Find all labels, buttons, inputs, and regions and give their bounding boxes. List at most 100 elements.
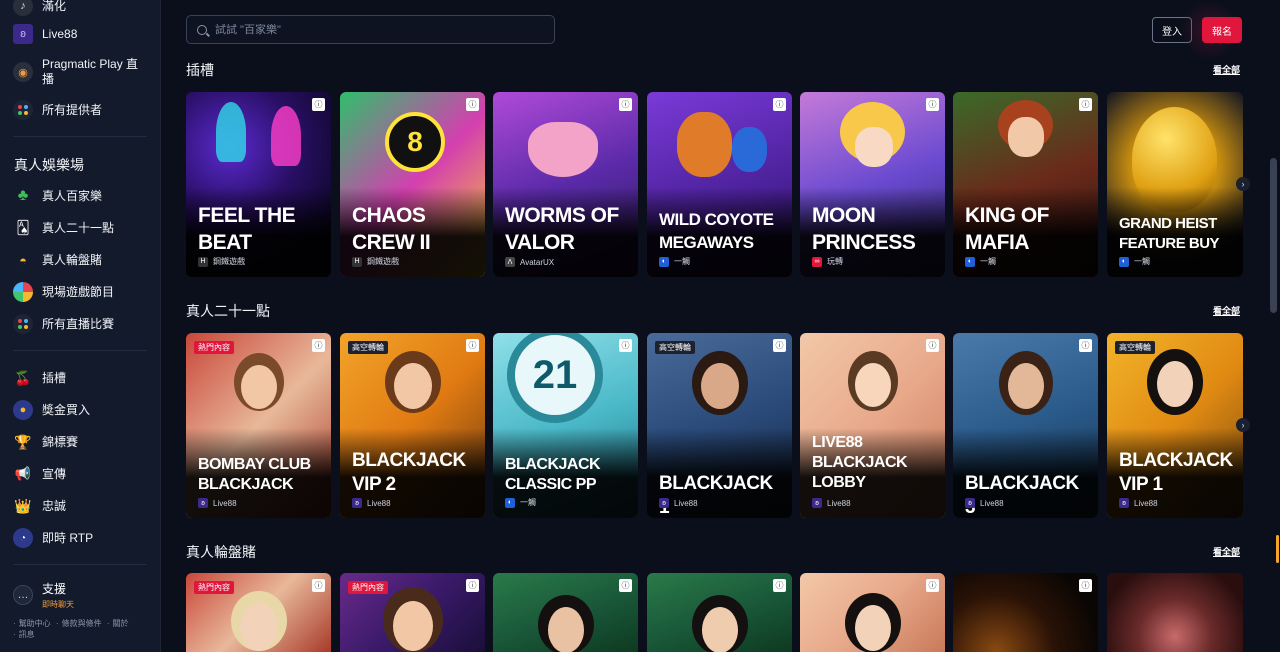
sidebar-item-pragmatic[interactable]: ◉ Pragmatic Play 直播	[13, 57, 143, 87]
provider-icon: ʚ	[1119, 498, 1129, 508]
card-title: FEEL THE BEAT	[198, 204, 296, 254]
sidebar-divider	[13, 564, 147, 565]
chevron-right-icon[interactable]: ›	[1236, 177, 1250, 191]
search-input[interactable]	[215, 23, 535, 36]
support-subtitle: 即時聊天	[42, 600, 74, 609]
sidebar-item-tournaments[interactable]: 🏆 錦標賽	[13, 432, 78, 452]
info-icon[interactable]: ⓘ	[926, 339, 939, 352]
game-card[interactable]: 高空轉輪 BLACKJACK VIP 1 ʚ Live88	[1107, 333, 1243, 518]
trophy-icon: 🏆	[14, 433, 32, 450]
sidebar-divider	[13, 136, 147, 137]
card-art	[647, 573, 792, 652]
pragmatic-icon: ◉	[13, 62, 33, 82]
card-provider: H 鋼鐵遊戲	[352, 256, 399, 267]
sidebar-item-live-rtp[interactable]: ◔ 即時 RTP	[13, 528, 93, 548]
game-card[interactable]: ⓘ KING OF MAFIA ◐ 一觸	[953, 92, 1098, 277]
game-card[interactable]: ⓘ FEEL THE BEAT H 鋼鐵遊戲	[186, 92, 331, 277]
info-icon[interactable]: ⓘ	[312, 98, 325, 111]
game-card[interactable]	[1107, 573, 1243, 652]
sidebar-item-loyalty[interactable]: 👑 忠誠	[13, 496, 66, 516]
see-all-roulette[interactable]: 看全部	[1213, 545, 1240, 558]
game-card[interactable]: 21 ⓘ BLACKJACK CLASSIC PP ◐ 一觸	[493, 333, 638, 518]
high-roller-badge: 高空轉輪	[655, 341, 695, 354]
game-card[interactable]: 8 ⓘ CHAOS CREW II H 鋼鐵遊戲	[340, 92, 485, 277]
info-icon[interactable]: ⓘ	[773, 339, 786, 352]
info-icon[interactable]: ⓘ	[466, 579, 479, 592]
game-card[interactable]: 熱門內容 ⓘ	[186, 573, 331, 652]
sidebar-item-all-live[interactable]: 所有直播比賽	[13, 314, 114, 334]
card-title: BLACKJACK VIP 1	[1119, 450, 1233, 495]
card-provider: ʚ Live88	[1119, 498, 1158, 508]
game-card[interactable]: ⓘ	[493, 573, 638, 652]
game-card[interactable]: ⓘ WORMS OF VALOR Λ AvatarUX	[493, 92, 638, 277]
see-all-blackjack[interactable]: 看全部	[1213, 304, 1240, 317]
casino-app: ♪ 滿化 ʚ Live88 ◉ Pragmatic Play 直播 所有提供者 …	[0, 0, 1280, 652]
info-icon[interactable]: ⓘ	[619, 339, 632, 352]
info-icon[interactable]: ⓘ	[1079, 98, 1092, 111]
game-card[interactable]: 高空轉輪 ⓘ BLACKJACK 1 ʚLive88	[647, 333, 792, 518]
info-icon[interactable]: ⓘ	[619, 579, 632, 592]
sidebar-item-blackjack[interactable]: 🂡 真人二十一點	[13, 218, 114, 238]
sidebar-section-live: 真人娛樂場	[14, 157, 84, 173]
game-card[interactable]: ⓘ	[953, 573, 1098, 652]
provider-icon: ʚ	[965, 498, 975, 508]
provider-icon: ʚ	[198, 498, 208, 508]
game-card[interactable]: ⓘ LIVE88 BLACKJACK LOBBY ʚ Live88	[800, 333, 945, 518]
game-card[interactable]: ⓘ	[800, 573, 945, 652]
support-button[interactable]: … 支援 即時聊天	[13, 580, 74, 610]
info-icon[interactable]: ⓘ	[773, 579, 786, 592]
info-icon[interactable]: ⓘ	[466, 339, 479, 352]
sidebar-item-all-providers[interactable]: 所有提供者	[13, 100, 102, 120]
section-title-blackjack: 真人二十一點	[186, 303, 270, 319]
card-provider: ◐ 一觸	[659, 256, 690, 267]
game-card[interactable]: 高空轉輪 ⓘ BLACKJACK VIP 2 ʚ Live88	[340, 333, 485, 518]
page-scrollbar-thumb[interactable]	[1270, 158, 1277, 313]
info-icon[interactable]: ⓘ	[926, 579, 939, 592]
card-provider: ◐ 一觸	[505, 497, 536, 508]
info-icon[interactable]: ⓘ	[466, 98, 479, 111]
info-icon[interactable]: ⓘ	[1079, 579, 1092, 592]
footer-link-about[interactable]: 關於	[112, 619, 128, 628]
sidebar-item-top-0[interactable]: ♪ 滿化	[13, 0, 66, 16]
card-provider: ʚ Live88	[659, 498, 698, 508]
card-provider: ʚ Live88	[352, 498, 391, 508]
game-card[interactable]: ⓘ WILD COYOTE MEGAWAYS ◐ 一觸	[647, 92, 792, 277]
game-card[interactable]: ⓘ MOON PRINCESS ∞ 玩轉	[800, 92, 945, 277]
hot-badge: 熱門內容	[194, 341, 234, 354]
provider-icon: ʚ	[659, 498, 669, 508]
provider-icon: ◐	[965, 256, 975, 267]
footer-link-terms[interactable]: 條款與條件	[62, 619, 102, 628]
game-card[interactable]: GRAND HEIST FEATURE BUY ◐ 一觸	[1107, 92, 1243, 277]
game-card[interactable]: ⓘ BLACKJACK 3 ʚLive88	[953, 333, 1098, 518]
see-all-slots[interactable]: 看全部	[1213, 63, 1240, 76]
game-card[interactable]: 熱門內容 ⓘ	[340, 573, 485, 652]
sidebar-item-live88[interactable]: ʚ Live88	[13, 24, 77, 44]
provider-icon: ʚ	[352, 498, 362, 508]
search-bar[interactable]	[186, 15, 555, 44]
footer-link-help[interactable]: 幫助中心	[19, 619, 51, 628]
sidebar-item-promotions[interactable]: 📢 宣傳	[13, 464, 66, 484]
info-icon[interactable]: ⓘ	[1079, 339, 1092, 352]
chevron-right-icon[interactable]: ›	[1236, 418, 1250, 432]
card-title: BLACKJACK VIP 2	[352, 450, 466, 495]
info-icon[interactable]: ⓘ	[773, 98, 786, 111]
search-icon	[197, 24, 207, 35]
sidebar-item-game-shows[interactable]: 現場遊戲節目	[13, 282, 114, 302]
info-icon[interactable]: ⓘ	[312, 339, 325, 352]
game-card[interactable]: ⓘ	[647, 573, 792, 652]
game-card[interactable]: 熱門內容 ⓘ BOMBAY CLUB BLACKJACK ʚ Live88	[186, 333, 331, 518]
sidebar-item-bonus-buy[interactable]: ● 獎金買入	[13, 400, 90, 420]
register-button[interactable]: 報名	[1202, 17, 1242, 43]
info-icon[interactable]: ⓘ	[312, 579, 325, 592]
info-icon[interactable]: ⓘ	[619, 98, 632, 111]
provider-icon: H	[198, 256, 208, 267]
sidebar-item-roulette[interactable]: ◓ 真人輪盤賭	[13, 250, 102, 270]
sidebar-item-slots[interactable]: 🍒 插槽	[13, 368, 66, 388]
sidebar-item-baccarat[interactable]: ♣ 真人百家樂	[13, 186, 102, 206]
card-art	[953, 573, 1098, 652]
info-icon[interactable]: ⓘ	[926, 98, 939, 111]
gauge-icon: ◔	[13, 528, 33, 548]
coin-icon: ♪	[13, 0, 33, 16]
grid-icon	[13, 314, 33, 334]
footer-link-news[interactable]: 訊息	[19, 630, 35, 639]
